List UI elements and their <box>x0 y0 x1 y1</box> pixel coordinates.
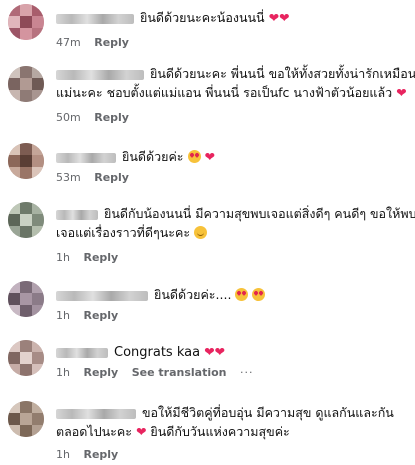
reply-button[interactable]: Reply <box>94 171 129 184</box>
comment-line: ขอให้มีชีวิตคู่ที่อบอุ่น มีความสุข ดูแลก… <box>142 405 394 420</box>
comment-meta: 53m Reply <box>56 171 139 184</box>
reply-button[interactable]: Reply <box>94 36 129 49</box>
comment-text: Congrats kaa ❤❤ <box>56 342 225 362</box>
heart-eyes-icon <box>235 288 249 301</box>
heart-eyes-icon <box>252 288 266 301</box>
timestamp: 47m <box>56 36 81 49</box>
comment-text: ยินดีด้วยนะคะ พี่นนนี่ ขอให้ทั้งสวยทั้งน… <box>56 64 415 83</box>
comment-line: ยินดีกับวันแห่งความสุขค่ะ <box>150 424 290 439</box>
timestamp: 50m <box>56 111 81 124</box>
timestamp: 1h <box>56 366 70 379</box>
redacted-username[interactable] <box>56 152 116 163</box>
comment-line: ยินดีด้วยค่ะ.... <box>154 287 232 302</box>
comment-line: แม่นะคะ ชอบตั้งแต่แม่แอน พี่นนนี่ รอเป็น… <box>56 85 393 100</box>
comment-text: ยินดีด้วยค่ะ ❤ <box>56 147 215 166</box>
heart-icon: ❤ <box>279 10 290 25</box>
comment-text: ขอให้มีชีวิตคู่ที่อบอุ่น มีความสุข ดูแลก… <box>56 403 394 422</box>
more-options-icon[interactable]: ··· <box>240 366 254 379</box>
heart-icon: ❤ <box>204 344 215 359</box>
avatar[interactable] <box>8 143 44 179</box>
comment-line: เจอแต่เรื่องราวที่ดีๆนะคะ <box>56 225 191 240</box>
reply-button[interactable]: Reply <box>83 448 118 461</box>
comment-text: เจอแต่เรื่องราวที่ดีๆนะคะ <box>56 223 208 242</box>
reply-button[interactable]: Reply <box>83 366 118 379</box>
redacted-username[interactable] <box>56 347 108 358</box>
heart-icon: ❤ <box>214 344 226 359</box>
comment-text: ยินดีด้วยนะคะน้องนนนี่ ❤❤ <box>56 8 290 27</box>
comment-text: ยินดีกับน้องนนนี่ มีความสุขพบเจอแต่สิ่งด… <box>56 204 415 223</box>
heart-icon: ❤ <box>204 149 215 164</box>
redacted-username[interactable] <box>56 290 148 301</box>
avatar[interactable] <box>8 281 44 317</box>
avatar[interactable] <box>8 202 44 238</box>
redacted-username[interactable] <box>56 209 98 220</box>
comment-text: แม่นะคะ ชอบตั้งแต่แม่แอน พี่นนนี่ รอเป็น… <box>56 83 407 102</box>
comment-meta: 47m Reply <box>56 36 139 49</box>
smile-icon <box>194 226 208 239</box>
heart-icon: ❤ <box>396 85 407 100</box>
timestamp: 1h <box>56 251 70 264</box>
reply-button[interactable]: Reply <box>94 111 129 124</box>
reply-button[interactable]: Reply <box>83 251 118 264</box>
comment-meta: 1h Reply <box>56 251 128 264</box>
redacted-username[interactable] <box>56 69 144 80</box>
comment-line: Congrats kaa <box>114 345 201 360</box>
comment-meta: 1h Reply <box>56 448 128 461</box>
redacted-username[interactable] <box>56 408 136 419</box>
comment-line: ตลอดไปนะคะ <box>56 424 132 439</box>
heart-icon: ❤ <box>135 424 147 439</box>
reply-button[interactable]: Reply <box>83 309 118 322</box>
comment-meta: 50m Reply <box>56 111 139 124</box>
comment-line: ยินดีกับน้องนนนี่ มีความสุขพบเจอแต่สิ่งด… <box>104 206 415 221</box>
heart-eyes-icon <box>187 150 201 163</box>
comment-line: ยินดีด้วยนะคะน้องนนนี่ <box>140 10 265 25</box>
heart-icon: ❤ <box>268 10 280 25</box>
avatar[interactable] <box>8 66 44 102</box>
see-translation-link[interactable]: See translation <box>132 366 227 379</box>
comment-text: ยินดีด้วยค่ะ.... <box>56 285 266 304</box>
avatar[interactable] <box>8 4 44 40</box>
comment-line: ยินดีด้วยนะคะ พี่นนนี่ ขอให้ทั้งสวยทั้งน… <box>150 66 415 81</box>
timestamp: 1h <box>56 448 70 461</box>
comment-meta: 1h Reply See translation ··· <box>56 366 264 379</box>
avatar[interactable] <box>8 340 44 376</box>
timestamp: 1h <box>56 309 70 322</box>
timestamp: 53m <box>56 171 81 184</box>
comment-meta: 1h Reply <box>56 309 128 322</box>
redacted-username[interactable] <box>56 13 134 24</box>
comment-text: ตลอดไปนะคะ ❤ ยินดีกับวันแห่งความสุขค่ะ <box>56 422 290 441</box>
comment-line: ยินดีด้วยค่ะ <box>122 149 184 164</box>
avatar[interactable] <box>8 401 44 437</box>
